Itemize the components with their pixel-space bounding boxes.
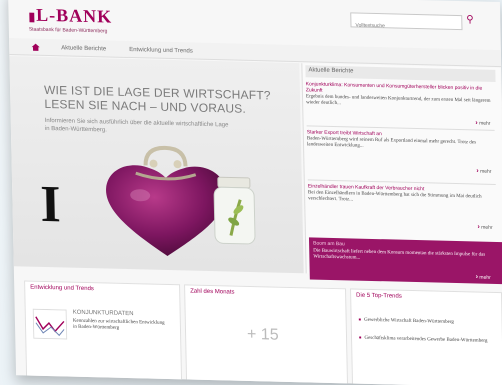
hero-title: WIE IST DIE LAGE DER WIRTSCHAFT? LESEN S… <box>43 82 271 116</box>
line-chart-icon[interactable] <box>32 308 68 340</box>
panel-title: Die 5 Top-Trends <box>356 292 402 300</box>
glass-jar-plant-image <box>213 176 256 245</box>
more-link[interactable]: › mehr <box>477 224 492 231</box>
konjunkturdaten-text: Kennzahlen zur wirtschaftlichen Entwickl… <box>72 318 165 331</box>
photo-backdrop: ▮L-BANK Staatsbank für Baden-Württemberg… <box>0 0 502 385</box>
zahl-des-monats-value: + 15 <box>246 325 279 344</box>
banner-more-link[interactable]: › mehr <box>476 273 491 280</box>
panel-title: Zahl des Monats <box>190 288 235 296</box>
logo-tagline: Staatsbank für Baden-Württemberg <box>28 26 108 35</box>
search-icon[interactable]: ⚲ <box>466 14 474 25</box>
home-icon[interactable] <box>31 43 40 52</box>
news-item[interactable]: Konjunkturklima: Konsumenten und Konsumg… <box>306 81 496 127</box>
more-link[interactable]: › mehr <box>475 119 490 126</box>
search-input[interactable] <box>351 18 462 35</box>
more-link[interactable]: › mehr <box>476 167 491 174</box>
lbank-logo[interactable]: ▮L-BANK <box>28 4 112 27</box>
search-box[interactable] <box>350 12 463 35</box>
hero-letter-i: I <box>39 175 62 234</box>
banner-title[interactable]: Boom am Bau <box>313 241 345 248</box>
website-screen: ▮L-BANK Staatsbank für Baden-Württemberg… <box>8 0 502 385</box>
nav-link-aktuelle-berichte[interactable]: Aktuelle Berichte <box>61 45 106 52</box>
